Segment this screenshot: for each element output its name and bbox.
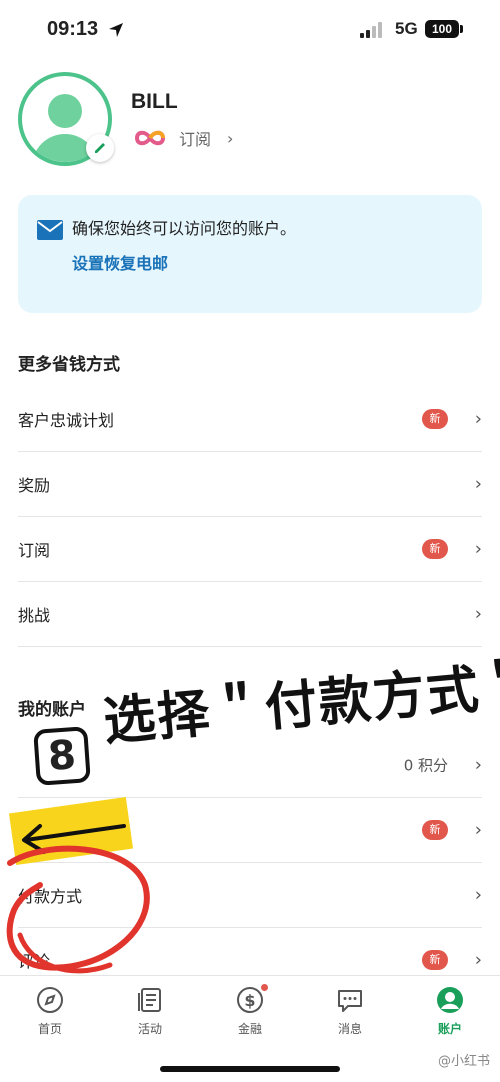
edit-avatar-button[interactable] (86, 134, 114, 162)
list-item-challenges[interactable]: 挑战 › (18, 582, 482, 647)
new-badge: 新 (422, 820, 448, 840)
recovery-email-notice: 确保您始终可以访问您的账户。 设置恢复电邮 (18, 195, 482, 313)
notification-dot (261, 984, 268, 991)
setup-recovery-email-link[interactable]: 设置恢复电邮 (72, 250, 168, 274)
section-title-account: 我的账户 (18, 700, 86, 720)
list-item-subscriptions[interactable]: 订阅 新 › (18, 517, 482, 582)
network-type: 5G (395, 19, 418, 38)
chevron-right-icon: › (474, 473, 482, 495)
dollar-icon: $ (237, 987, 263, 1013)
list-item-label: 订阅 (18, 541, 51, 560)
tab-label: 活动 (137, 1022, 162, 1036)
infinity-logo-icon (134, 130, 166, 146)
new-badge: 新 (422, 950, 448, 970)
list-item-label: 客户忠诚计划 (18, 411, 115, 430)
watermark: @小红书 (437, 1054, 490, 1069)
tab-label: 账户 (437, 1022, 462, 1036)
tab-label: 消息 (337, 1022, 362, 1036)
home-indicator (160, 1066, 340, 1072)
list-item-rewards[interactable]: 奖励 › (18, 452, 482, 517)
new-badge: 新 (422, 409, 448, 429)
battery-icon: 100 (425, 20, 459, 38)
compass-icon (37, 987, 63, 1013)
user-name: BILL (131, 90, 178, 113)
chevron-right-icon: › (474, 603, 482, 625)
signal-icon (360, 22, 386, 38)
person-icon (437, 987, 463, 1013)
tab-home[interactable]: 首页 (10, 986, 90, 1037)
svg-text:$: $ (244, 991, 255, 1010)
tab-label: 首页 (37, 1022, 62, 1036)
tab-messages[interactable]: 消息 (310, 986, 390, 1037)
tab-finance[interactable]: $ 金融 (210, 984, 290, 1037)
chevron-right-icon: › (474, 884, 482, 906)
tab-account[interactable]: 账户 (410, 986, 490, 1037)
chevron-right-icon: › (227, 128, 234, 148)
notice-message: 确保您始终可以访问您的账户。 (72, 219, 297, 238)
tab-label: 金融 (237, 1022, 262, 1036)
document-icon (138, 988, 161, 1012)
subscription-link[interactable]: 订阅 › (133, 126, 233, 150)
points-value: 0 积分 (403, 756, 448, 775)
status-time: 09:13 (47, 18, 99, 40)
list-item-loyalty[interactable]: 客户忠诚计划 新 › (18, 387, 482, 452)
battery-tip (460, 25, 463, 33)
subscription-label: 订阅 (179, 130, 212, 149)
new-badge: 新 (422, 539, 448, 559)
chevron-right-icon: › (474, 819, 482, 841)
chevron-right-icon: › (474, 408, 482, 430)
step-number-badge: 8 (33, 726, 91, 786)
list-item-label: 奖励 (18, 476, 51, 495)
section-title-save: 更多省钱方式 (18, 355, 120, 375)
mail-icon (37, 220, 63, 240)
chevron-right-icon: › (474, 538, 482, 560)
chevron-right-icon: › (474, 754, 482, 776)
profile-header: BILL 订阅 › (18, 72, 488, 172)
pencil-icon (95, 143, 105, 153)
chat-icon (338, 990, 362, 1012)
location-arrow-icon (109, 23, 123, 37)
tab-activity[interactable]: 活动 (110, 986, 190, 1037)
chevron-right-icon: › (474, 949, 482, 971)
red-circle-annotation (6, 845, 150, 974)
status-bar: 09:13 5G 100 (0, 0, 500, 60)
list-item-label: 挑战 (18, 606, 51, 625)
